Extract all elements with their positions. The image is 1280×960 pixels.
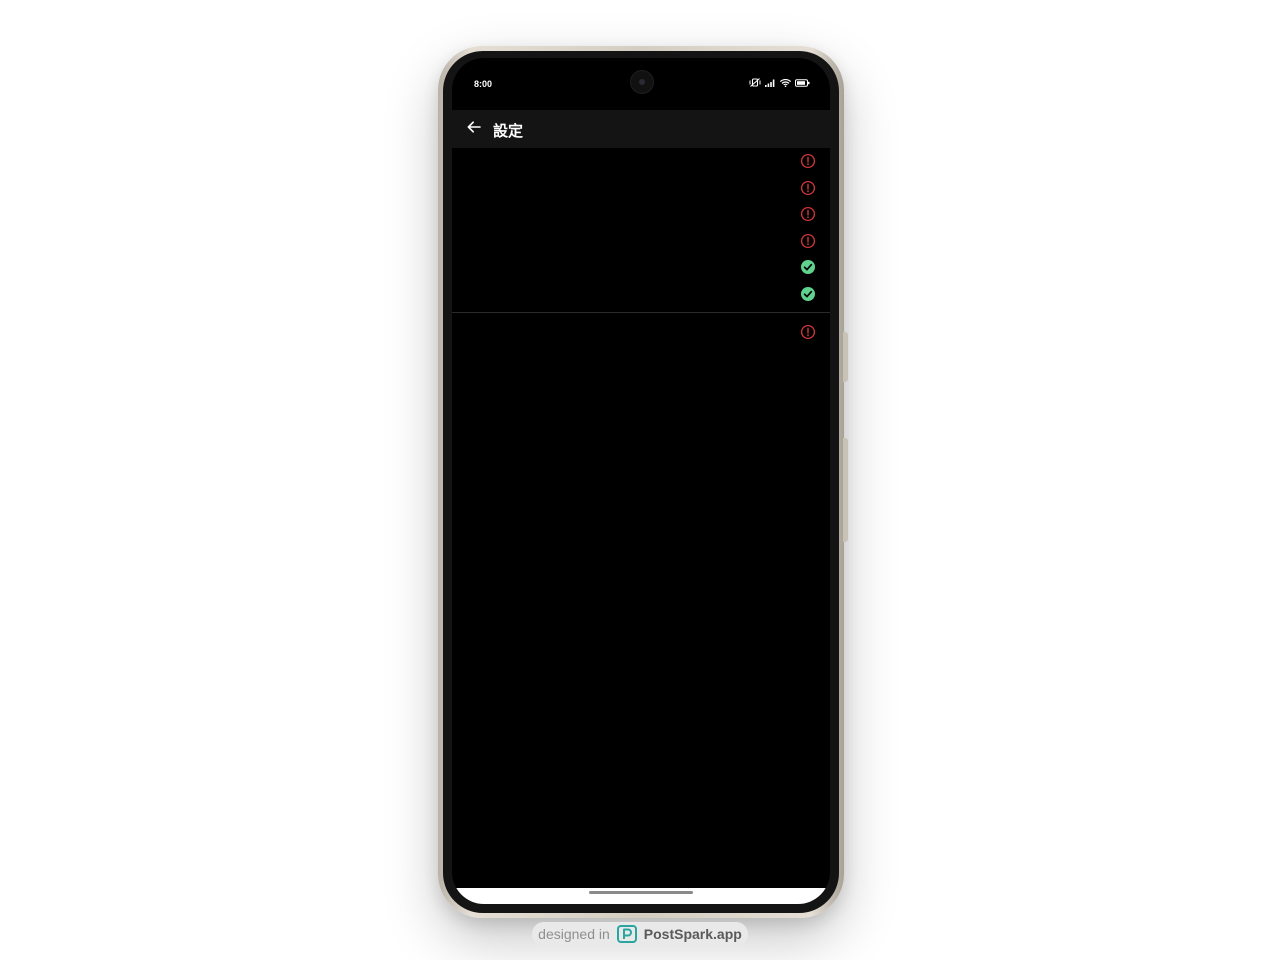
front-camera — [630, 70, 654, 94]
watermark-prefix: designed in — [538, 926, 610, 942]
page-title: 設定 — [493, 123, 524, 140]
signal-icon — [765, 79, 776, 87]
status-time: 8:00 — [474, 79, 493, 89]
settings-row[interactable] — [452, 175, 830, 202]
alert-circle-icon — [800, 180, 816, 196]
watermark-brand: PostSpark.app — [643, 926, 742, 942]
settings-row[interactable] — [452, 254, 830, 281]
settings-row[interactable] — [452, 148, 830, 175]
settings-row[interactable] — [452, 228, 830, 255]
wifi-icon — [780, 78, 791, 87]
postspark-logo-icon — [616, 925, 637, 943]
power-button — [843, 332, 848, 382]
phone-screen: 8:00 設定 — [452, 58, 830, 904]
alert-circle-icon — [800, 206, 816, 222]
settings-status-group-2 — [452, 320, 830, 346]
arrow-left-icon — [467, 120, 481, 138]
section-divider — [452, 312, 830, 313]
back-button[interactable] — [462, 117, 486, 141]
check-circle-icon — [800, 259, 816, 275]
app-bar: 設定 — [452, 110, 830, 148]
settings-row[interactable] — [452, 281, 830, 308]
alert-circle-icon — [800, 153, 816, 169]
phone-frame: 8:00 設定 — [438, 46, 848, 918]
canvas: 8:00 設定 designed in PostSpark.app — [0, 0, 1280, 960]
alert-circle-icon — [800, 324, 816, 340]
check-circle-icon — [800, 286, 816, 302]
watermark-badge[interactable]: designed in PostSpark.app — [532, 922, 748, 946]
battery-icon — [795, 78, 810, 87]
settings-row[interactable] — [452, 201, 830, 228]
volume-button — [843, 438, 848, 542]
home-indicator[interactable] — [589, 891, 693, 894]
alert-circle-icon — [800, 233, 816, 249]
status-icons — [749, 78, 810, 87]
vibrate-off-icon — [749, 78, 761, 87]
settings-status-group — [452, 148, 830, 308]
status-bar: 8:00 — [452, 58, 830, 98]
